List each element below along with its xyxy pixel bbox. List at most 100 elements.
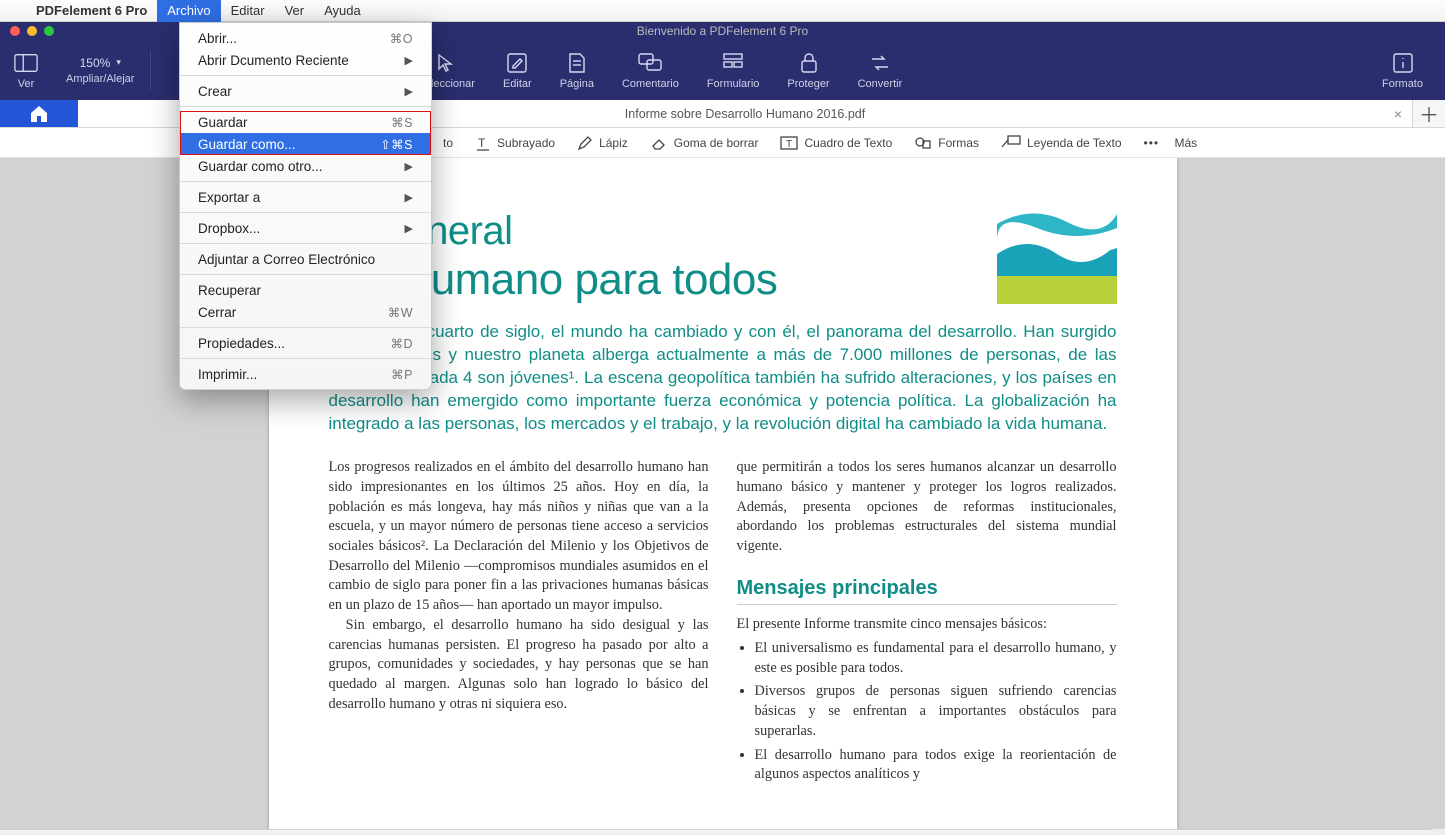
- more-label: Más: [1174, 136, 1197, 150]
- toolbar-zoom-button[interactable]: 150% ▾ Ampliar/Alejar: [52, 40, 148, 100]
- eraser-label: Goma de borrar: [674, 136, 759, 150]
- doc-intro: En el último cuarto de siglo, el mundo h…: [329, 321, 1117, 436]
- toolbar-page-button[interactable]: Página: [546, 40, 608, 100]
- menu-print[interactable]: Imprimir...⌘P: [180, 363, 431, 385]
- menu-save-as-shortcut: ⇧⌘S: [380, 137, 413, 152]
- home-tab[interactable]: [0, 100, 78, 127]
- menu-create[interactable]: Crear ▶: [180, 80, 431, 102]
- zoom-level: 150%: [80, 56, 111, 70]
- toolbar-comment-label: Comentario: [622, 78, 679, 90]
- comment-icon: [638, 51, 662, 75]
- app-name[interactable]: PDFelement 6 Pro: [26, 3, 157, 18]
- menu-export-label: Exportar a: [198, 190, 260, 205]
- menu-close-label: Cerrar: [198, 305, 236, 320]
- menu-ver[interactable]: Ver: [275, 0, 315, 22]
- textbox-icon: T: [780, 135, 798, 151]
- svg-text:T: T: [786, 139, 792, 150]
- new-tab-button[interactable]: ＋: [1413, 100, 1445, 127]
- chevron-down-icon: ▾: [116, 57, 121, 68]
- lock-icon: [797, 51, 821, 75]
- tool-partial-label: to: [443, 136, 453, 150]
- horizontal-scrollbar[interactable]: [0, 829, 1431, 835]
- more-tools-button[interactable]: ••• Más: [1133, 128, 1209, 157]
- menu-export[interactable]: Exportar a ▶: [180, 186, 431, 208]
- doc-col1-p1: Los progresos realizados en el ámbito de…: [329, 458, 709, 616]
- menu-properties[interactable]: Propiedades...⌘D: [180, 332, 431, 354]
- toolbar-convert-button[interactable]: Convertir: [844, 40, 917, 100]
- eraser-tool[interactable]: Goma de borrar: [639, 128, 770, 157]
- menu-ayuda[interactable]: Ayuda: [314, 0, 371, 22]
- shapes-icon: [914, 135, 932, 151]
- document-tab-title: Informe sobre Desarrollo Humano 2016.pdf: [625, 107, 865, 121]
- toolbar-edit-button[interactable]: Editar: [489, 40, 546, 100]
- menu-archivo[interactable]: Archivo: [157, 0, 220, 22]
- callout-label: Leyenda de Texto: [1027, 136, 1122, 150]
- menu-save-as-other-label: Guardar como otro...: [198, 159, 323, 174]
- mac-menubar: PDFelement 6 Pro Archivo Editar Ver Ayud…: [0, 0, 1445, 22]
- toolbar-edit-label: Editar: [503, 78, 532, 90]
- toolbar-form-button[interactable]: Formulario: [693, 40, 774, 100]
- menu-save-as[interactable]: Guardar como...⇧⌘S: [180, 133, 431, 155]
- close-tab-button[interactable]: ×: [1394, 106, 1402, 122]
- archivo-menu: Abrir...⌘O Abrir Dcumento Reciente▶ Crea…: [179, 22, 432, 390]
- menu-close-shortcut: ⌘W: [388, 305, 413, 320]
- document-logo: [997, 204, 1117, 304]
- textbox-tool[interactable]: T Cuadro de Texto: [769, 128, 903, 157]
- doc-col2-p2: El presente Informe transmite cinco mens…: [737, 615, 1117, 635]
- menu-attach-email[interactable]: Adjuntar a Correo Electrónico: [180, 248, 431, 270]
- menu-print-label: Imprimir...: [198, 367, 257, 382]
- doc-bullet-2: Diversos grupos de personas siguen sufri…: [755, 682, 1117, 741]
- svg-text:T: T: [478, 136, 486, 150]
- toolbar-protect-button[interactable]: Proteger: [773, 40, 843, 100]
- menu-properties-shortcut: ⌘D: [390, 336, 413, 351]
- toolbar-protect-label: Proteger: [787, 78, 829, 90]
- menu-open[interactable]: Abrir...⌘O: [180, 27, 431, 49]
- tool-partial[interactable]: to: [432, 128, 464, 157]
- toolbar-view-label: Ver: [18, 78, 35, 90]
- menu-close[interactable]: Cerrar ⌘W: [180, 301, 431, 323]
- page-icon: [565, 51, 589, 75]
- submenu-arrow-icon: ▶: [405, 160, 413, 173]
- menu-save-as-other[interactable]: Guardar como otro... ▶: [180, 155, 431, 177]
- submenu-arrow-icon: ▶: [405, 85, 413, 98]
- doc-col2-heading: Mensajes principales: [737, 575, 1117, 606]
- menu-separator: [180, 212, 431, 213]
- menu-recover-label: Recuperar: [198, 283, 261, 298]
- form-icon: [721, 51, 745, 75]
- menu-attach-email-label: Adjuntar a Correo Electrónico: [198, 252, 375, 267]
- underline-tool[interactable]: T Subrayado: [464, 128, 566, 157]
- menu-save-label: Guardar: [198, 115, 248, 130]
- toolbar-zoom-label: Ampliar/Alejar: [66, 73, 134, 85]
- doc-bullet-3: El desarrollo humano para todos exige la…: [755, 746, 1117, 785]
- menu-separator: [180, 243, 431, 244]
- menu-open-recent[interactable]: Abrir Dcumento Reciente▶: [180, 49, 431, 71]
- menu-recover[interactable]: Recuperar: [180, 279, 431, 301]
- menu-separator: [180, 181, 431, 182]
- toolbar-view-button[interactable]: Ver: [0, 40, 52, 100]
- pencil-label: Lápiz: [599, 136, 628, 150]
- menu-dropbox[interactable]: Dropbox... ▶: [180, 217, 431, 239]
- more-icon: •••: [1144, 136, 1160, 150]
- textbox-label: Cuadro de Texto: [804, 136, 892, 150]
- toolbar-format-button[interactable]: Formato: [1368, 40, 1445, 100]
- menu-dropbox-label: Dropbox...: [198, 221, 260, 236]
- callout-icon: [1001, 135, 1021, 151]
- sidebar-icon: [14, 51, 38, 75]
- menu-separator: [180, 106, 431, 107]
- menu-separator: [180, 358, 431, 359]
- pencil-tool[interactable]: Lápiz: [566, 128, 639, 157]
- submenu-arrow-icon: ▶: [405, 222, 413, 235]
- menu-save-shortcut: ⌘S: [391, 115, 413, 130]
- submenu-arrow-icon: ▶: [405, 191, 413, 204]
- menu-editar[interactable]: Editar: [221, 0, 275, 22]
- menu-save[interactable]: Guardar ⌘S: [180, 111, 431, 133]
- toolbar-convert-label: Convertir: [858, 78, 903, 90]
- eraser-icon: [650, 135, 668, 151]
- shapes-tool[interactable]: Formas: [903, 128, 990, 157]
- underline-label: Subrayado: [497, 136, 555, 150]
- menu-create-label: Crear: [198, 84, 232, 99]
- callout-tool[interactable]: Leyenda de Texto: [990, 128, 1133, 157]
- toolbar-form-label: Formulario: [707, 78, 760, 90]
- convert-icon: [868, 51, 892, 75]
- toolbar-comment-button[interactable]: Comentario: [608, 40, 693, 100]
